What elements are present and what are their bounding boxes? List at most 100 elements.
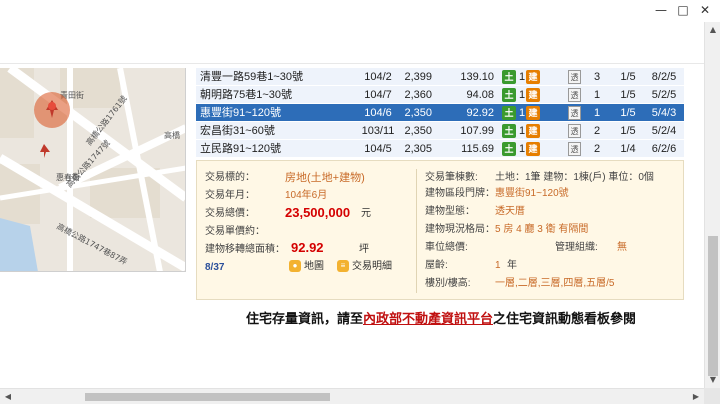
- value-floors: 一層,二層,三層,四層,五層/5: [495, 278, 615, 289]
- land-icon[interactable]: 土: [502, 124, 516, 138]
- street-label-gaoqiao: 高橋: [164, 130, 180, 140]
- row-rooms: 2: [593, 143, 601, 155]
- listing-table: 清豐一路59巷1~30號 104/2 2,399 139.10 土 1 建 透 …: [196, 68, 684, 160]
- row-land-count: 1: [518, 125, 526, 137]
- townhouse-icon: 透: [568, 124, 581, 138]
- label-age: 屋齡:: [425, 260, 448, 271]
- transaction-detail-button[interactable]: ≡ 交易明細: [337, 260, 392, 274]
- value-area-unit: 坪: [359, 244, 369, 255]
- row-rooms: 3: [593, 71, 601, 83]
- label-parking-price: 車位總價:: [425, 242, 468, 253]
- value-date: 104年6月: [285, 190, 328, 201]
- label-total-price: 交易總價：: [205, 208, 255, 219]
- scroll-up-icon[interactable]: ▲: [705, 22, 720, 38]
- row-layout: 5/2/5: [651, 89, 677, 101]
- label-address: 建物區段門牌：: [425, 188, 495, 199]
- horizontal-scroll-thumb[interactable]: [85, 393, 330, 401]
- row-layout: 8/2/5: [651, 71, 677, 83]
- label-management: 管理組織:: [555, 242, 598, 253]
- building-icon[interactable]: 建: [526, 142, 540, 156]
- table-row-selected[interactable]: 惠豐街91~120號 104/6 2,350 92.92 土 1 建 透 1 1…: [196, 104, 684, 122]
- vertical-scroll-thumb[interactable]: [708, 236, 718, 376]
- housing-stock-notice: 住宅存量資訊，請至內政部不動產資訊平台之住宅資訊動態看板參閱: [246, 308, 686, 326]
- row-rooms: 1: [593, 107, 601, 119]
- townhouse-icon: 透: [568, 142, 581, 156]
- scroll-down-icon[interactable]: ▼: [705, 372, 720, 388]
- table-row[interactable]: 立民路91~120號 104/5 2,305 115.69 土 1 建 透 2 …: [196, 140, 684, 158]
- vertical-scrollbar[interactable]: ▲ ▼: [704, 22, 720, 388]
- label-date: 交易年月：: [205, 190, 255, 201]
- row-address: 清豐一路59巷1~30號: [200, 71, 304, 83]
- value-layout: 5 房 4 廳 3 衛 有隔間: [495, 224, 589, 235]
- row-rooms: 2: [593, 125, 601, 137]
- row-floor: 1/4: [620, 143, 636, 155]
- row-floor: 1/5: [620, 71, 636, 83]
- label-unit-price: 交易單價約：: [205, 226, 265, 237]
- land-icon[interactable]: 土: [502, 106, 516, 120]
- townhouse-icon: 透: [568, 88, 581, 102]
- value-age: 1: [495, 260, 501, 271]
- browser-window: — □ ✕ 青田街 高橋公路1761號 高橋公路1747號 惠春街 高橋公路17…: [0, 0, 720, 404]
- row-address: 立民路91~120號: [200, 143, 282, 155]
- horizontal-scrollbar[interactable]: ◀ ▶: [0, 388, 704, 404]
- map-button[interactable]: ● 地圖: [289, 260, 324, 274]
- row-layout: 5/4/3: [651, 107, 677, 119]
- panel-divider: [416, 169, 417, 293]
- street-label-huichun: 惠春街: [56, 172, 80, 182]
- minimize-icon[interactable]: —: [650, 2, 672, 18]
- land-icon[interactable]: 土: [502, 88, 516, 102]
- row-price: 2,305: [404, 143, 432, 155]
- notice-prefix: 住宅存量資訊，請至: [246, 311, 364, 326]
- row-price: 2,350: [404, 125, 432, 137]
- label-building-type: 建物型態：: [425, 206, 475, 217]
- row-address: 宏昌街31~60號: [200, 125, 275, 137]
- row-land-count: 1: [518, 89, 526, 101]
- table-row[interactable]: 清豐一路59巷1~30號 104/2 2,399 139.10 土 1 建 透 …: [196, 68, 684, 86]
- page-indicator: 8/37: [205, 262, 225, 273]
- table-row[interactable]: 朝明路75巷1~30號 104/7 2,360 94.08 土 1 建 透 1 …: [196, 86, 684, 104]
- maximize-icon[interactable]: □: [672, 2, 694, 18]
- land-icon[interactable]: 土: [502, 142, 516, 156]
- close-icon[interactable]: ✕: [694, 2, 716, 18]
- row-layout: 5/2/4: [651, 125, 677, 137]
- building-icon[interactable]: 建: [526, 124, 540, 138]
- row-address: 惠豐街91~120號: [200, 107, 282, 119]
- row-price: 2,399: [404, 71, 432, 83]
- building-icon[interactable]: 建: [526, 88, 540, 102]
- value-total-price: 23,500,000: [285, 205, 351, 220]
- row-floor: 1/5: [620, 125, 636, 137]
- transaction-detail-panel: 交易標的： 房地(土地+建物) 交易年月： 104年6月 交易總價： 23,50…: [196, 160, 684, 300]
- row-layout: 6/2/6: [651, 143, 677, 155]
- townhouse-icon: 透: [568, 70, 581, 84]
- building-icon[interactable]: 建: [526, 106, 540, 120]
- location-map[interactable]: 青田街 高橋公路1761號 高橋公路1747號 惠春街 高橋公路1747巷87弄…: [0, 68, 186, 272]
- row-address: 朝明路75巷1~30號: [200, 89, 293, 101]
- label-floors: 樓別/樓高:: [425, 278, 471, 289]
- map-pin-icon: ●: [289, 260, 301, 273]
- real-estate-platform-link[interactable]: 內政部不動產資訊平台: [363, 311, 493, 326]
- label-area: 建物移轉總面積：: [205, 244, 285, 255]
- map-graphic: 青田街 高橋公路1761號 高橋公路1747號 惠春街 高橋公路1747巷87弄…: [0, 68, 185, 271]
- row-floor: 1/5: [620, 89, 636, 101]
- row-price: 2,350: [404, 107, 432, 119]
- scroll-right-icon[interactable]: ▶: [688, 389, 704, 404]
- townhouse-icon: 透: [568, 106, 581, 120]
- label-layout: 建物現況格局：: [425, 224, 495, 235]
- land-icon[interactable]: 土: [502, 70, 516, 84]
- row-size: 115.69: [461, 143, 494, 155]
- title-bar: — □ ✕: [0, 0, 720, 22]
- table-row[interactable]: 宏昌街31~60號 103/11 2,350 107.99 土 1 建 透 2 …: [196, 122, 684, 140]
- map-button-label: 地圖: [304, 261, 324, 272]
- scroll-left-icon[interactable]: ◀: [0, 389, 16, 404]
- building-icon[interactable]: 建: [526, 70, 540, 84]
- value-count: 土地：1筆 建物：1棟(戶) 車位：0個: [495, 172, 654, 183]
- row-price: 2,360: [404, 89, 432, 101]
- value-age-unit: 年: [507, 260, 517, 271]
- row-size: 139.10: [460, 71, 494, 83]
- row-land-count: 1: [518, 107, 526, 119]
- row-floor: 1/5: [620, 107, 636, 119]
- row-size: 107.99: [460, 125, 494, 137]
- value-total-unit: 元: [361, 208, 371, 219]
- row-size: 92.92: [466, 107, 494, 119]
- label-target: 交易標的：: [205, 172, 255, 183]
